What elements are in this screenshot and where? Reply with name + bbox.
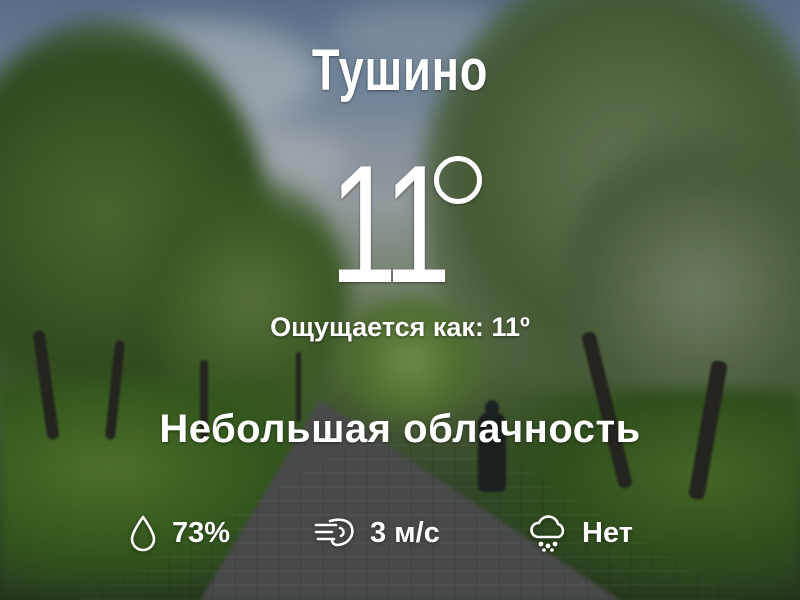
temperature-block: 11 [0,140,800,310]
wind-icon [314,516,356,550]
degree-icon [434,156,482,204]
wind-stat: 3 м/с [314,510,440,556]
current-temperature: 11 [329,130,451,318]
humidity-stat: 73% [128,510,230,556]
humidity-value: 73% [172,516,231,549]
droplet-icon [128,514,158,552]
precipitation-value: Нет [582,516,633,549]
rain-cloud-icon [528,513,568,553]
feels-like-label: Ощущается как: 11º [270,312,530,342]
precipitation-stat: Нет [528,510,633,556]
weather-condition: Небольшая облачность [159,407,641,451]
weather-widget: Тушино 11 Ощущается как: 11º Небольшая о… [0,0,800,600]
city-name: Тушино [311,38,489,103]
wind-value: 3 м/с [370,516,440,549]
weather-stats: 73% 3 м/с Нет [0,510,800,556]
